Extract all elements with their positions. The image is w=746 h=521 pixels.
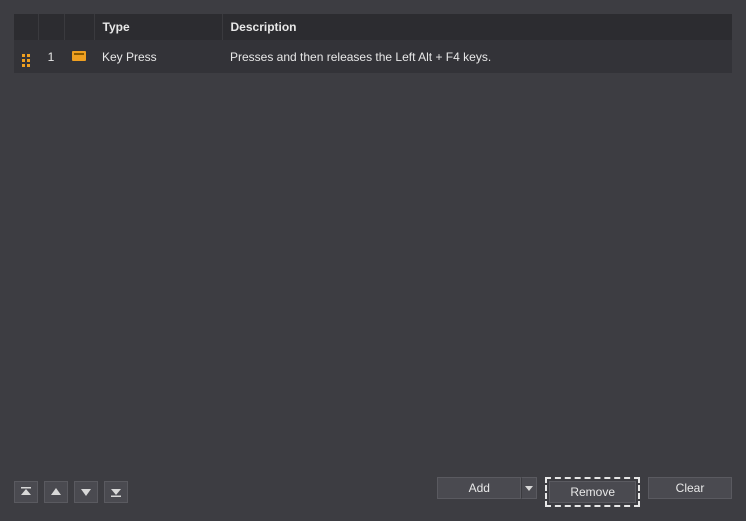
row-drag-handle[interactable] [14,40,38,73]
add-split-button: Add [437,477,537,507]
add-button[interactable]: Add [437,477,521,499]
row-number: 1 [38,40,64,73]
move-top-button[interactable] [14,481,38,503]
chevron-bottom-icon [110,486,122,498]
drag-handle-icon [22,54,30,67]
dropdown-triangle-icon [525,484,533,492]
reorder-button-group [14,481,128,503]
move-down-button[interactable] [74,481,98,503]
row-type-icon-cell [64,40,94,73]
col-header-icon[interactable] [64,14,94,40]
row-type: Key Press [94,40,222,73]
move-up-button[interactable] [44,481,68,503]
action-button-group: Add Remove Clear [437,477,732,507]
col-header-type[interactable]: Type [94,14,222,40]
table-row[interactable]: 1 Key Press Presses and then releases th… [14,40,732,73]
chevron-down-icon [80,486,92,498]
footer-bar: Add Remove Clear [14,469,732,507]
clear-button[interactable]: Clear [648,477,732,499]
actions-table-container: Type Description 1 Key Press Presses and… [14,14,732,73]
table-header-row: Type Description [14,14,732,40]
col-header-handle[interactable] [14,14,38,40]
keyboard-icon [72,51,86,61]
col-header-description[interactable]: Description [222,14,732,40]
add-dropdown-button[interactable] [521,477,537,499]
remove-button-highlight: Remove [545,477,640,507]
actions-table: Type Description 1 Key Press Presses and… [14,14,732,73]
spacer [14,73,732,469]
chevron-up-icon [50,486,62,498]
col-header-number[interactable] [38,14,64,40]
chevron-top-icon [20,486,32,498]
row-description: Presses and then releases the Left Alt +… [222,40,732,73]
remove-button[interactable]: Remove [549,481,636,503]
move-bottom-button[interactable] [104,481,128,503]
